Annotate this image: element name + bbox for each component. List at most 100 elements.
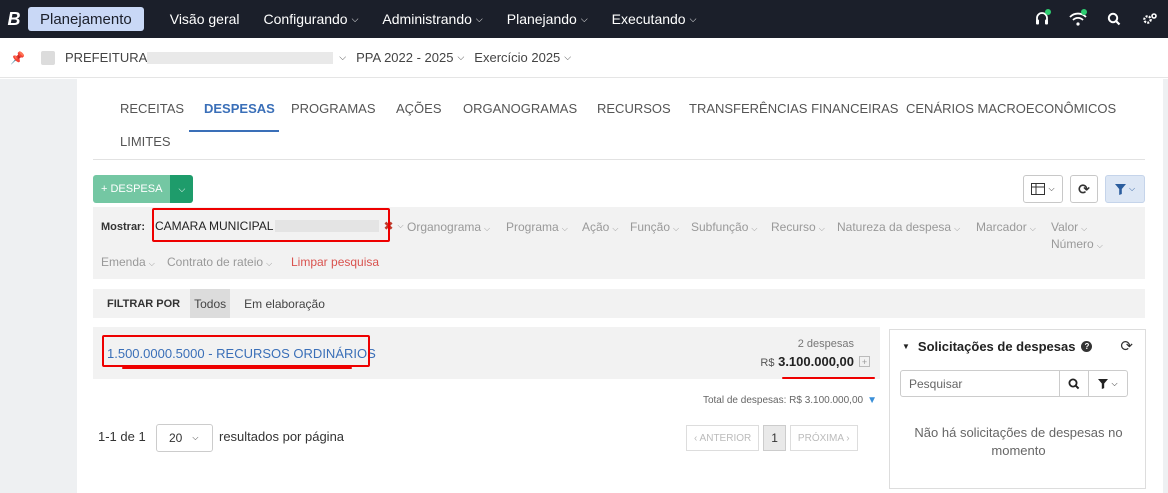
ppa-selector[interactable]: PPA 2022 - 2025 ⌵ <box>356 50 474 65</box>
search-icon <box>1068 378 1080 389</box>
filter-valor[interactable]: Valor ⌵ <box>1051 220 1087 234</box>
filter-programa[interactable]: Programa ⌵ <box>506 220 568 234</box>
highlight-box <box>152 208 390 242</box>
filter-natureza[interactable]: Natureza da despesa ⌵ <box>837 220 960 234</box>
wifi-icon[interactable] <box>1060 0 1096 38</box>
chevron-down-icon: ⌵ <box>564 52 572 62</box>
filter-label: Mostrar: <box>101 221 146 233</box>
funnel-icon <box>1098 378 1109 389</box>
chevron-down-icon: ⌵ <box>148 259 155 268</box>
result-count: 2 despesas <box>797 338 854 350</box>
app-name-badge[interactable]: Planejamento <box>28 7 144 31</box>
brand-logo-icon[interactable]: B <box>0 0 28 38</box>
filter-todos[interactable]: Todos <box>190 289 231 318</box>
context-bar: 📌 PREFEITURA ⌵ PPA 2022 - 2025 ⌵ Exercício… <box>0 38 1168 78</box>
chevron-down-icon: ⌵ <box>580 13 588 24</box>
solicitacoes-search-input[interactable] <box>900 370 1060 397</box>
exercise-selector[interactable]: Exercício 2025 ⌵ <box>474 50 581 65</box>
pager: ‹ ANTERIOR 1 PRÓXIMA › <box>686 425 858 451</box>
chevron-down-icon: ⌵ <box>1096 241 1103 250</box>
filter-funcao[interactable]: Função ⌵ <box>630 220 679 234</box>
refresh-button[interactable]: ⟳ <box>1070 175 1098 203</box>
filter-emenda[interactable]: Emenda ⌵ <box>101 255 155 269</box>
chevron-down-icon: ⌵ <box>1029 224 1036 233</box>
page-size-select[interactable]: 20 ⌵ <box>156 424 213 452</box>
nav-visao-geral[interactable]: Visão geral <box>158 0 252 38</box>
chevron-down-icon: ⌵ <box>484 224 491 233</box>
chevron-down-icon: ⌵ <box>475 13 483 24</box>
total-despesas: Total de despesas: R$ 3.100.000,00 ▼ <box>702 395 877 406</box>
filter-subfuncao[interactable]: Subfunção ⌵ <box>691 220 757 234</box>
search-button[interactable] <box>1059 370 1089 397</box>
chevron-down-icon: ⌵ <box>192 433 199 442</box>
filter-contrato-rateio[interactable]: Contrato de rateio ⌵ <box>167 255 272 269</box>
chevron-down-icon: ⌵ <box>1081 224 1088 233</box>
prev-page-button[interactable]: ‹ ANTERIOR <box>686 425 760 451</box>
nav-executando[interactable]: Executando ⌵ <box>600 0 709 38</box>
tab-despesas[interactable]: DESPESAS <box>204 89 275 128</box>
table-columns-icon <box>1031 183 1046 195</box>
chevron-down-icon: ⌵ <box>457 52 465 62</box>
chevron-down-icon: ⌵ <box>178 183 186 194</box>
tab-recursos[interactable]: RECURSOS <box>597 89 671 128</box>
main-card: RECEITAS DESPESAS PROGRAMAS AÇÕES ORGANO… <box>77 79 1163 493</box>
filter-organograma[interactable]: Organograma ⌵ <box>407 220 490 234</box>
filter-recurso[interactable]: Recurso ⌵ <box>771 220 825 234</box>
active-tab-indicator <box>189 130 279 132</box>
current-page-button[interactable]: 1 <box>763 425 786 451</box>
chevron-down-icon: ⌵ <box>397 221 404 230</box>
chevron-down-icon: ⌵ <box>751 224 758 233</box>
tab-limites[interactable]: LIMITES <box>120 122 171 161</box>
result-total: R$ 3.100.000,00 <box>760 354 854 369</box>
chevron-down-icon: ⌵ <box>1111 378 1118 388</box>
funnel-icon[interactable]: ▼ <box>867 395 877 406</box>
expand-icon[interactable]: + <box>859 356 870 367</box>
nav-planejando[interactable]: Planejando ⌵ <box>495 0 600 38</box>
tab-acoes[interactable]: AÇÕES <box>396 89 442 128</box>
tab-programas[interactable]: PROGRAMAS <box>291 89 376 128</box>
filter-toggle-button[interactable]: ⌵ <box>1105 175 1145 203</box>
status-dot <box>1081 9 1087 15</box>
pin-icon[interactable]: 📌 <box>10 51 25 65</box>
per-page-label: resultados por página <box>219 429 345 444</box>
filter-marcador[interactable]: Marcador ⌵ <box>976 220 1036 234</box>
nav-configurando[interactable]: Configurando ⌵ <box>252 0 371 38</box>
tab-organogramas[interactable]: ORGANOGRAMAS <box>463 89 577 128</box>
next-page-button[interactable]: PRÓXIMA › <box>789 425 858 451</box>
gears-icon[interactable] <box>1132 0 1168 38</box>
filter-numero[interactable]: Número ⌵ <box>1051 237 1103 251</box>
filter-em-elaboracao[interactable]: Em elaboração <box>240 289 329 318</box>
add-despesa-button-group: + DESPESA ⌵ <box>93 175 194 203</box>
add-despesa-button[interactable]: + DESPESA <box>93 175 171 203</box>
chevron-down-icon: ⌵ <box>561 224 568 233</box>
nav-administrando[interactable]: Administrando ⌵ <box>370 0 494 38</box>
tab-transferencias[interactable]: TRANSFERÊNCIAS FINANCEIRAS <box>689 89 898 128</box>
search-icon[interactable] <box>1096 0 1132 38</box>
collapse-caret-icon[interactable]: ▼ <box>902 342 910 351</box>
tab-cenarios[interactable]: CENÁRIOS MACROECONÔMICOS <box>906 89 1116 128</box>
top-right-icons <box>1024 0 1168 38</box>
status-dot <box>1045 9 1051 15</box>
chevron-down-icon: ⌵ <box>1128 184 1136 193</box>
chevron-down-icon: ⌵ <box>818 224 825 233</box>
tabs-divider <box>93 159 1145 160</box>
highlight-box <box>102 335 370 367</box>
chevron-down-icon: ⌵ <box>612 224 619 233</box>
columns-toggle-button[interactable]: ⌵ <box>1023 175 1063 203</box>
clear-search-link[interactable]: Limpar pesquisa <box>291 255 379 269</box>
chevron-down-icon: ⌵ <box>954 224 961 233</box>
refresh-icon: ⟳ <box>1078 180 1090 197</box>
empty-state-message: Não há solicitações de despesas no momen… <box>914 425 1123 458</box>
filter-acao[interactable]: Ação ⌵ <box>582 220 618 234</box>
chevron-down-icon: ⌵ <box>673 224 680 233</box>
entity-logo <box>40 50 55 65</box>
help-icon[interactable]: ? <box>1081 341 1093 352</box>
highlight-underline <box>782 377 875 379</box>
panel-header[interactable]: ▼ Solicitações de despesas ? <box>902 339 1093 354</box>
panel-filter-button[interactable]: ⌵ <box>1088 370 1128 397</box>
headset-icon[interactable] <box>1024 0 1060 38</box>
refresh-icon[interactable]: ⟳ <box>1120 337 1133 355</box>
add-despesa-dropdown[interactable]: ⌵ <box>170 175 194 203</box>
pagination-range: 1-1 de 1 <box>98 429 146 444</box>
entity-selector[interactable]: PREFEITURA ⌵ <box>65 50 356 65</box>
